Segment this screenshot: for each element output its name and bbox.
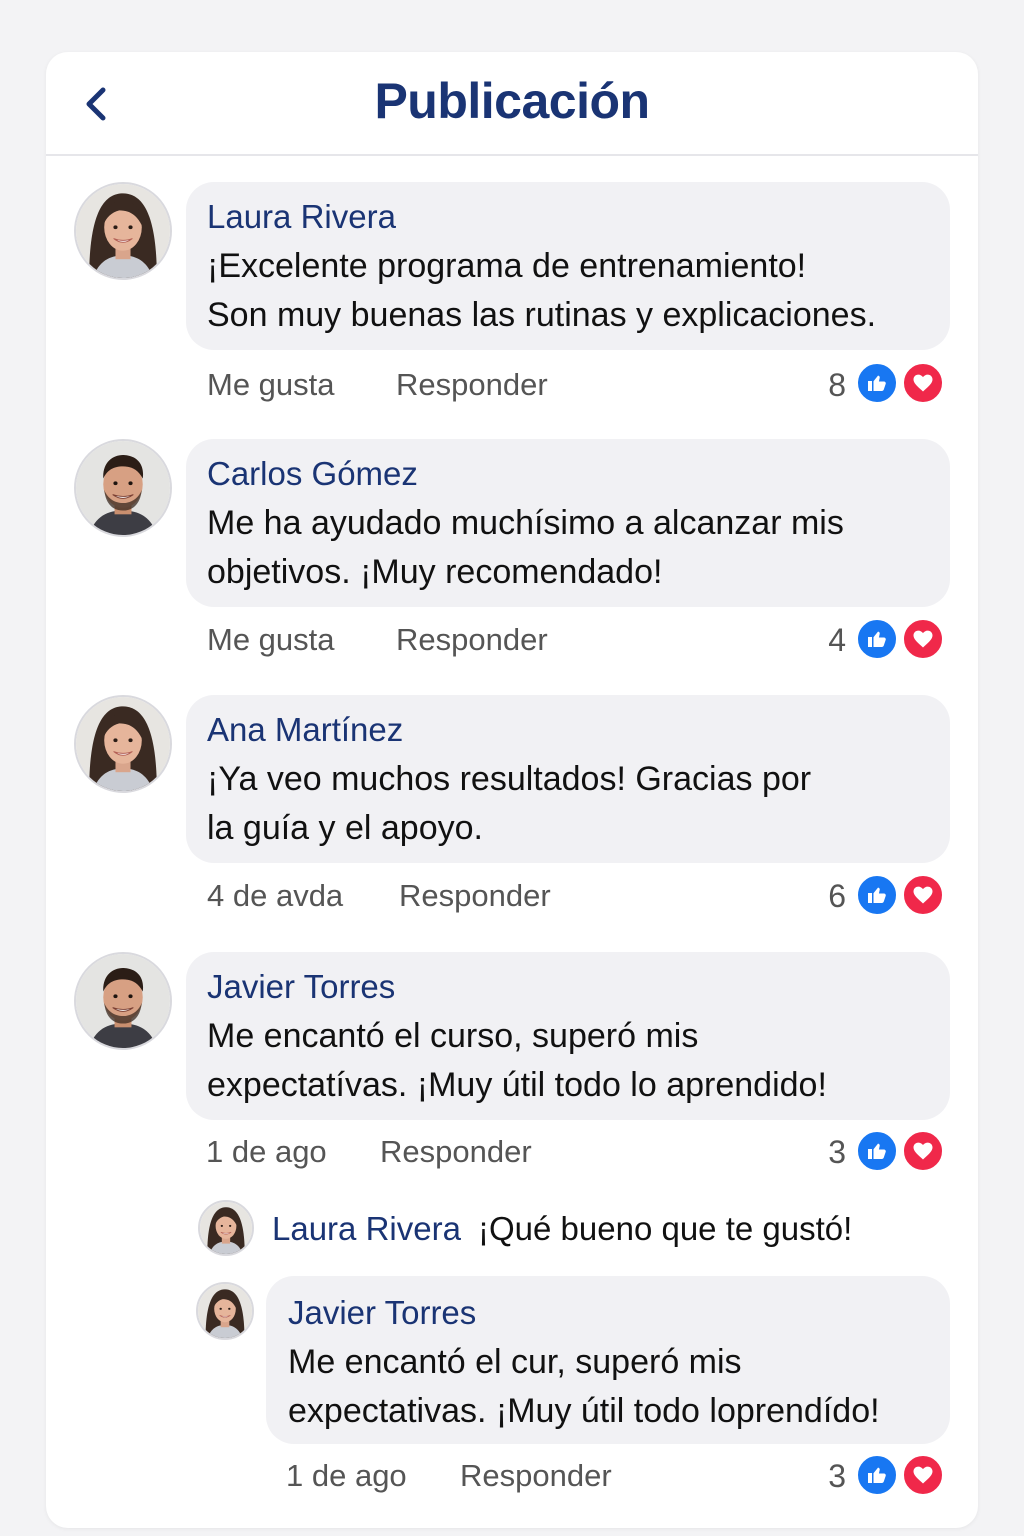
comment-author[interactable]: Javier Torres bbox=[207, 968, 395, 1006]
thumbs-up-icon bbox=[865, 1463, 889, 1487]
like-button[interactable]: Me gusta bbox=[207, 367, 335, 403]
love-reaction[interactable] bbox=[902, 1130, 944, 1172]
like-button[interactable]: Me gusta bbox=[207, 622, 335, 658]
comment-timestamp: 1 de ago bbox=[206, 1134, 327, 1169]
avatar[interactable] bbox=[74, 695, 172, 793]
like-reaction[interactable] bbox=[856, 618, 898, 660]
like-reaction[interactable] bbox=[856, 1454, 898, 1496]
comment-text: Me encantó el curso, superó mis bbox=[207, 1017, 699, 1055]
avatar[interactable] bbox=[74, 952, 172, 1050]
reply-button[interactable]: Responder bbox=[396, 622, 548, 658]
reply-text: ¡Qué bueno que te gustó! bbox=[478, 1210, 853, 1247]
comment-text: la guía y el apoyo. bbox=[207, 809, 483, 847]
heart-icon bbox=[911, 1139, 935, 1163]
comment-timestamp: 4 de avda bbox=[207, 878, 344, 913]
reply-bubble: Javier Torres Me encantó el cur, superó … bbox=[266, 1276, 950, 1444]
thumbs-up-icon bbox=[865, 1139, 889, 1163]
comment-bubble: Javier Torres Me encantó el curso, super… bbox=[186, 952, 950, 1120]
post-card: Publicación Laura Rivera ¡Excelente prog… bbox=[46, 52, 978, 1528]
avatar[interactable] bbox=[198, 1200, 254, 1256]
heart-icon bbox=[911, 883, 935, 907]
comment-text: objetivos. ¡Muy recomendado! bbox=[207, 553, 663, 591]
heart-icon bbox=[911, 627, 935, 651]
heart-icon bbox=[911, 1463, 935, 1487]
comment-bubble: Ana Martínez ¡Ya veo muchos resultados! … bbox=[186, 695, 950, 863]
reply-button[interactable]: Responder bbox=[396, 367, 548, 403]
comment-author[interactable]: Carlos Gómez bbox=[207, 455, 418, 493]
reaction-count[interactable]: 3 bbox=[816, 1458, 846, 1495]
reaction-count[interactable]: 6 bbox=[816, 878, 846, 915]
page-title: Publicación bbox=[374, 73, 650, 129]
comment-author[interactable]: Laura Rivera bbox=[207, 198, 396, 236]
reply-button[interactable]: Responder bbox=[399, 878, 551, 914]
avatar[interactable] bbox=[196, 1282, 254, 1340]
love-reaction[interactable] bbox=[902, 362, 944, 404]
like-reaction[interactable] bbox=[856, 874, 898, 916]
like-reaction[interactable] bbox=[856, 362, 898, 404]
love-reaction[interactable] bbox=[902, 1454, 944, 1496]
reply-timestamp: 1 de ago bbox=[286, 1458, 407, 1493]
comment-bubble: Laura Rivera ¡Excelente programa de entr… bbox=[186, 182, 950, 350]
reply-author[interactable]: Laura Rivera bbox=[272, 1210, 461, 1248]
comment-author[interactable]: Ana Martínez bbox=[207, 711, 403, 749]
reaction-count[interactable]: 8 bbox=[816, 367, 846, 404]
avatar[interactable] bbox=[74, 182, 172, 280]
reply-button[interactable]: Responder bbox=[380, 1134, 532, 1170]
reply-text: Me encantó el cur, superó mis bbox=[288, 1343, 742, 1381]
comment-text: ¡Excelente programa de entrenamiento! bbox=[207, 247, 807, 285]
comment-text: Son muy buenas las rutinas y explicacion… bbox=[207, 296, 877, 334]
avatar[interactable] bbox=[74, 439, 172, 537]
reply-button[interactable]: Responder bbox=[460, 1458, 612, 1494]
reply-text: expectativas. ¡Muy útil todo loprendído! bbox=[288, 1392, 880, 1430]
reaction-count[interactable]: 4 bbox=[816, 622, 846, 659]
comment-text: ¡Ya veo muchos resultados! Gracias por bbox=[207, 760, 812, 798]
heart-icon bbox=[911, 371, 935, 395]
reply-author[interactable]: Javier Torres bbox=[288, 1294, 476, 1332]
comment-text: expectatívas. ¡Muy útil todo lo aprendid… bbox=[207, 1066, 827, 1104]
like-reaction[interactable] bbox=[856, 1130, 898, 1172]
reaction-count[interactable]: 3 bbox=[816, 1134, 846, 1171]
love-reaction[interactable] bbox=[902, 618, 944, 660]
comment-bubble: Carlos Gómez Me ha ayudado muchísimo a a… bbox=[186, 439, 950, 607]
thumbs-up-icon bbox=[865, 883, 889, 907]
thumbs-up-icon bbox=[865, 371, 889, 395]
thumbs-up-icon bbox=[865, 627, 889, 651]
comment-text: Me ha ayudado muchísimo a alcanzar mis bbox=[207, 504, 844, 542]
love-reaction[interactable] bbox=[902, 874, 944, 916]
header-bar: Publicación bbox=[46, 52, 978, 156]
